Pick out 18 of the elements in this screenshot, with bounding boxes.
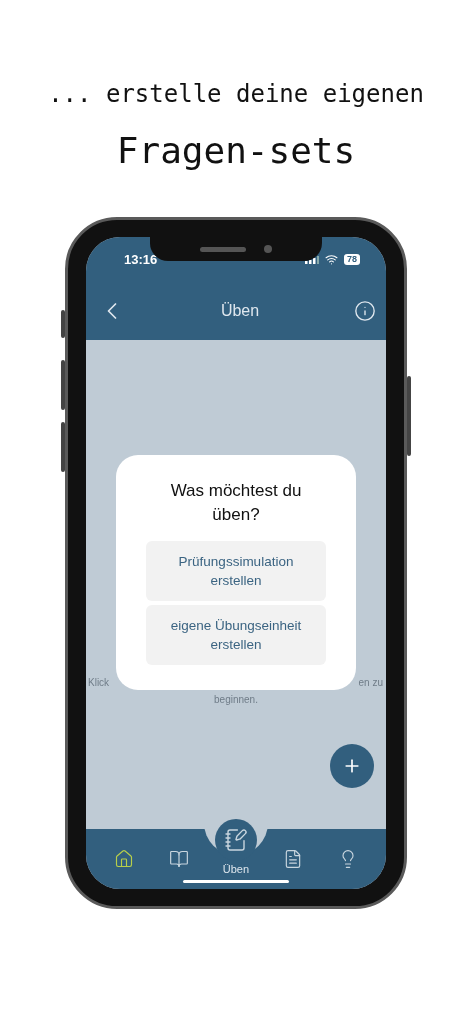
status-time: 13:16 (124, 252, 158, 267)
screen-title: Üben (220, 302, 260, 320)
signal-icon (305, 255, 319, 264)
notepad-pen-icon (223, 828, 248, 852)
hint-text: beginnen. (213, 694, 259, 705)
dialog-title: Was möchtest du üben? (169, 480, 303, 526)
info-icon[interactable] (354, 300, 376, 322)
home-icon (113, 849, 134, 869)
headline: Fragen-sets (116, 130, 356, 171)
book-icon (168, 849, 189, 869)
option-button[interactable]: eigene Übungseinheit erstellen (146, 605, 326, 665)
battery-level: 78 (344, 254, 360, 265)
option-button[interactable]: Prüfungssimulation erstellen (146, 541, 326, 601)
hint-text: en zu (358, 677, 383, 688)
add-button[interactable] (330, 744, 374, 788)
hint-text: Klick (88, 677, 110, 688)
headline: ... erstelle deine eigenen (48, 80, 424, 108)
wifi-icon (325, 253, 338, 266)
